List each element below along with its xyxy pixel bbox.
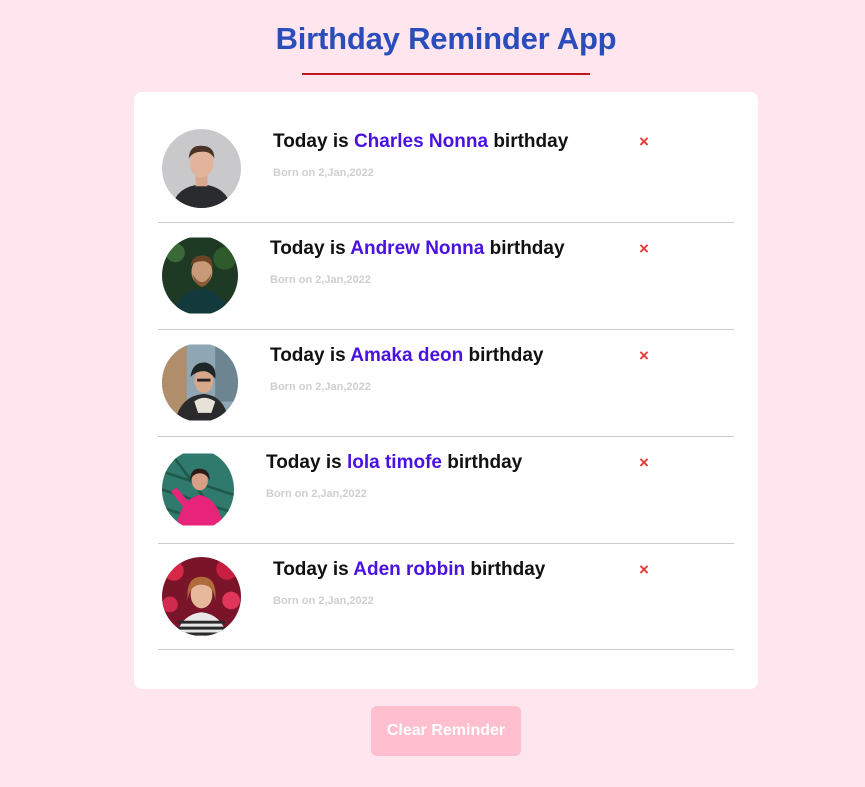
reminder-text: Today is Andrew Nonna birthday [270,238,565,259]
list-item: Today is Amaka deon birthday Born on 2,J… [158,329,734,437]
delete-icon[interactable]: × [636,347,652,365]
delete-icon[interactable]: × [636,454,652,472]
clear-reminder-button[interactable]: Clear Reminder [371,706,521,756]
reminder-text: Today is Charles Nonna birthday [273,131,569,152]
person-name: Andrew Nonna [350,238,485,259]
birth-date: Born on 2,Jan,2022 [270,274,371,286]
avatar [162,450,234,529]
birth-date: Born on 2,Jan,2022 [266,488,367,500]
person-name: Amaka deon [350,345,464,366]
delete-icon[interactable]: × [636,133,652,151]
reminder-text: Today is lola timofe birthday [266,452,523,473]
reminder-text: Today is Aden robbin birthday [273,559,546,580]
delete-icon[interactable]: × [636,561,652,579]
list-item: Today is Andrew Nonna birthday Born on 2… [158,222,734,330]
person-name: Aden robbin [353,559,466,580]
person-name: Charles Nonna [353,131,489,152]
delete-icon[interactable]: × [636,240,652,258]
avatar [162,129,241,208]
birth-date: Born on 2,Jan,2022 [270,381,371,393]
avatar [162,557,241,636]
title-underline [302,73,590,75]
reminder-card: Today is Charles Nonna birthday Born on … [134,92,758,689]
list-item: Today is lola timofe birthday Born on 2,… [158,436,734,544]
reminder-text: Today is Amaka deon birthday [270,345,544,366]
birth-date: Born on 2,Jan,2022 [273,167,374,179]
avatar [162,236,238,315]
avatar [162,343,238,422]
person-name: lola timofe [346,452,442,473]
page-title: Birthday Reminder App [275,21,617,56]
birth-date: Born on 2,Jan,2022 [273,595,374,607]
list-item: Today is Charles Nonna birthday Born on … [158,115,734,223]
list-item: Today is Aden robbin birthday Born on 2,… [158,543,734,650]
